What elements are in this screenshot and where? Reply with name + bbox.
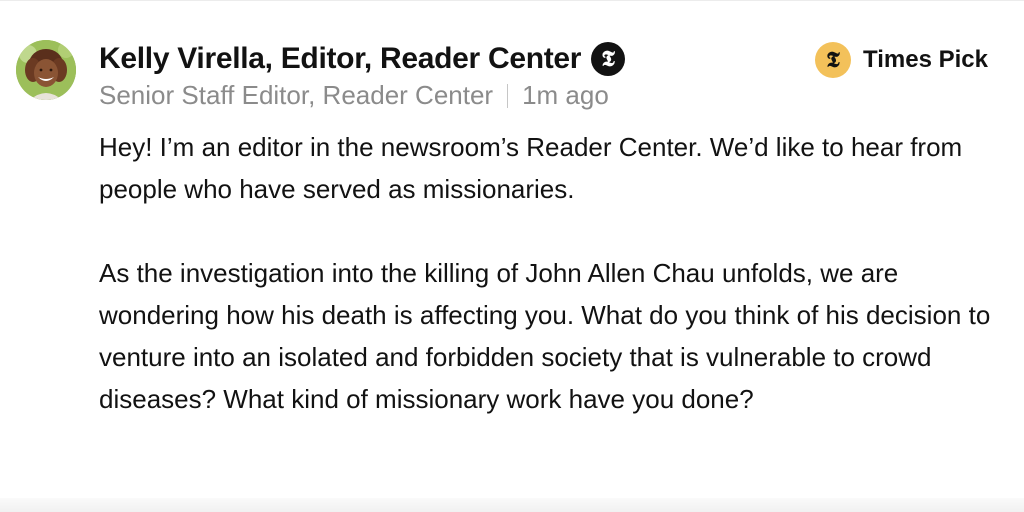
avatar-portrait	[16, 40, 76, 100]
nyt-badge-glyph: 𝕿	[601, 45, 615, 72]
times-pick-badge: 𝕿 Times Pick	[815, 41, 988, 79]
comment-timestamp: 1m ago	[522, 80, 609, 110]
author-title: Senior Staff Editor, Reader Center	[99, 80, 494, 110]
comment-header: Kelly Virella, Editor, Reader Center 𝕿 S…	[99, 40, 799, 111]
comment-paragraph: As the investigation into the killing of…	[99, 258, 991, 414]
author-row: Kelly Virella, Editor, Reader Center 𝕿	[99, 40, 799, 78]
meta-divider	[507, 83, 509, 108]
comment-body: Hey! I’m an editor in the newsroom’s Rea…	[99, 126, 999, 420]
nyt-logo-icon: 𝕿	[591, 42, 626, 76]
avatar[interactable]	[16, 40, 76, 100]
author-name[interactable]: Kelly Virella, Editor, Reader Center	[99, 42, 581, 76]
bottom-divider	[0, 498, 1024, 512]
author-meta: Senior Staff Editor, Reader Center 1m ag…	[99, 80, 799, 111]
times-pick-label: Times Pick	[863, 46, 988, 73]
comment-card: Kelly Virella, Editor, Reader Center 𝕿 S…	[0, 0, 1024, 512]
comment-paragraph: Hey! I’m an editor in the newsroom’s Rea…	[99, 132, 963, 204]
nyt-logo-icon: 𝕿	[815, 42, 851, 78]
pick-badge-glyph: 𝕿	[826, 46, 840, 73]
